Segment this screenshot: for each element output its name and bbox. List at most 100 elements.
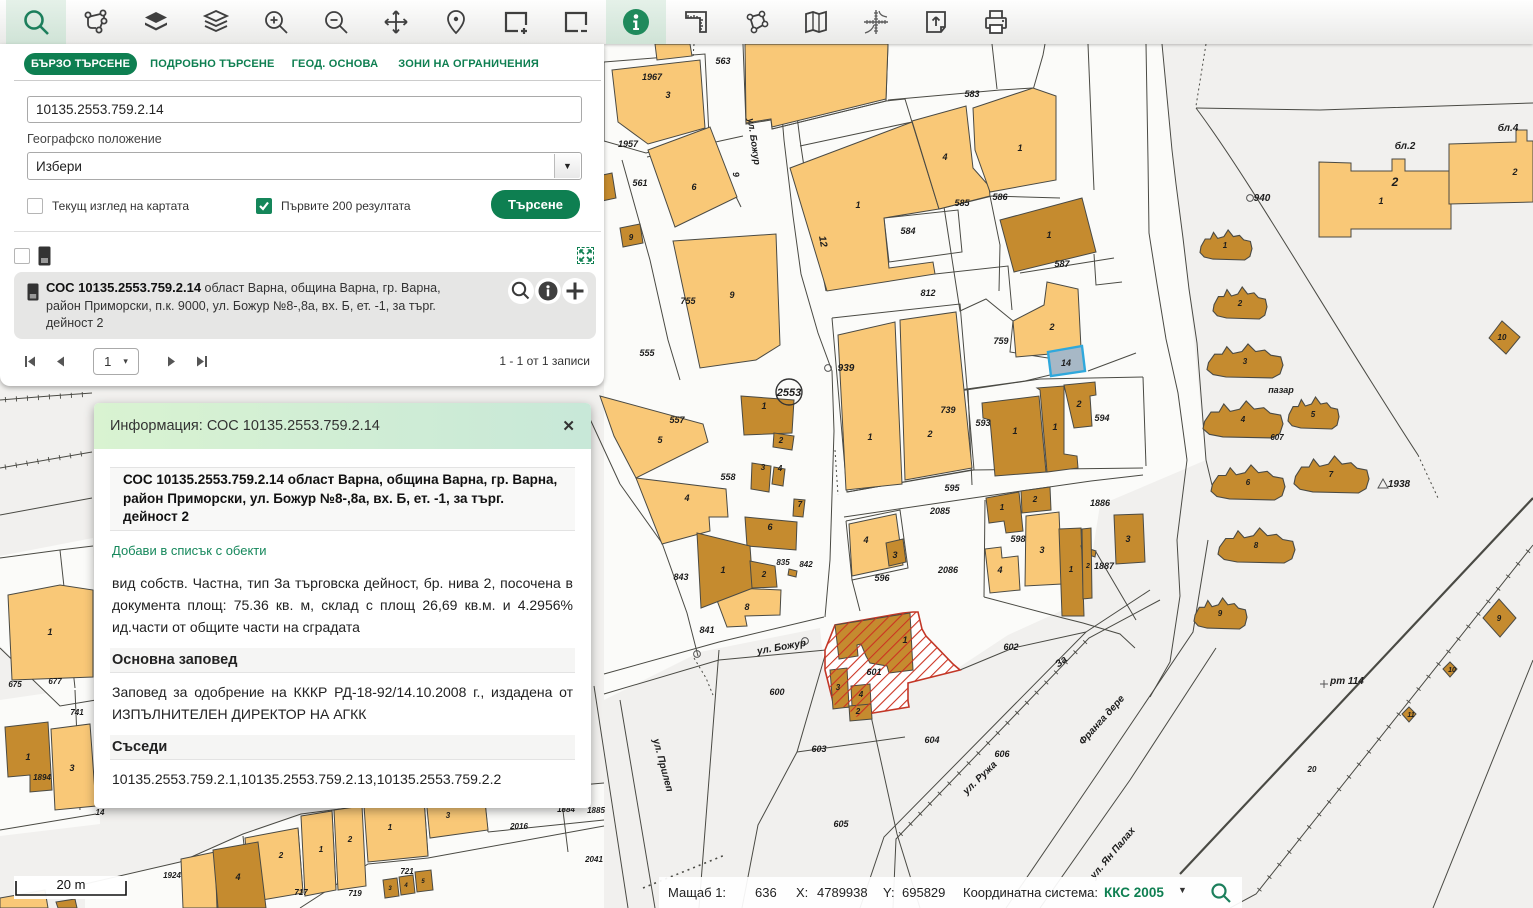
svg-text:бл.2: бл.2 xyxy=(1395,140,1416,152)
svg-text:2: 2 xyxy=(1511,167,1517,177)
svg-text:1: 1 xyxy=(47,627,52,637)
svg-text:1938: 1938 xyxy=(1388,479,1411,490)
svg-text:586: 586 xyxy=(992,192,1008,202)
svg-text:717: 717 xyxy=(294,888,308,897)
svg-text:812: 812 xyxy=(920,288,935,298)
svg-text:5: 5 xyxy=(1311,410,1316,419)
svg-text:11: 11 xyxy=(1407,712,1414,719)
svg-text:843: 843 xyxy=(673,572,688,582)
svg-text:10: 10 xyxy=(1448,667,1456,674)
svg-text:1886: 1886 xyxy=(1090,498,1111,508)
svg-text:1: 1 xyxy=(1017,143,1022,153)
svg-text:пазар: пазар xyxy=(1268,385,1294,395)
svg-text:557: 557 xyxy=(669,415,685,425)
svg-text:10: 10 xyxy=(1498,333,1507,342)
svg-text:604: 604 xyxy=(924,735,939,745)
svg-text:3: 3 xyxy=(665,90,670,100)
svg-text:6: 6 xyxy=(1246,478,1251,487)
svg-text:1887: 1887 xyxy=(1094,561,1115,571)
svg-text:606: 606 xyxy=(994,749,1010,759)
svg-text:587: 587 xyxy=(1054,259,1070,269)
svg-text:4: 4 xyxy=(862,535,868,545)
svg-text:2: 2 xyxy=(1075,399,1081,409)
svg-text:4: 4 xyxy=(941,152,947,162)
svg-text:739: 739 xyxy=(940,405,955,415)
svg-text:1967: 1967 xyxy=(642,72,663,82)
svg-text:939: 939 xyxy=(838,363,855,374)
svg-text:1924: 1924 xyxy=(163,871,181,880)
svg-text:4: 4 xyxy=(234,872,240,882)
svg-text:2: 2 xyxy=(855,707,861,716)
svg-text:607: 607 xyxy=(1270,433,1284,442)
svg-text:755: 755 xyxy=(680,296,696,306)
svg-text:1: 1 xyxy=(720,565,725,575)
svg-text:9: 9 xyxy=(1218,609,1223,618)
svg-text:759: 759 xyxy=(993,336,1008,346)
svg-text:7: 7 xyxy=(798,500,803,509)
svg-text:9: 9 xyxy=(629,233,634,242)
svg-text:675: 675 xyxy=(8,680,22,689)
svg-text:563: 563 xyxy=(715,56,730,66)
svg-text:1: 1 xyxy=(388,823,393,832)
svg-text:841: 841 xyxy=(699,625,714,635)
svg-text:2: 2 xyxy=(926,429,932,439)
svg-text:595: 595 xyxy=(944,483,960,493)
svg-text:9: 9 xyxy=(729,290,734,300)
svg-text:721: 721 xyxy=(400,867,414,876)
svg-text:1894: 1894 xyxy=(33,773,51,782)
svg-text:3: 3 xyxy=(446,811,451,820)
svg-text:рт 114: рт 114 xyxy=(1329,676,1364,687)
svg-text:2: 2 xyxy=(1032,495,1038,504)
svg-text:600: 600 xyxy=(769,687,784,697)
svg-text:бл.4: бл.4 xyxy=(1498,122,1519,134)
svg-text:1: 1 xyxy=(1378,196,1383,206)
svg-text:1: 1 xyxy=(1223,241,1228,250)
svg-text:1: 1 xyxy=(867,432,872,442)
svg-text:9: 9 xyxy=(1497,614,1502,623)
svg-text:584: 584 xyxy=(900,226,915,236)
svg-text:594: 594 xyxy=(1094,413,1109,423)
svg-text:1885: 1885 xyxy=(587,806,605,815)
svg-text:2: 2 xyxy=(1085,563,1090,570)
svg-text:1: 1 xyxy=(319,845,324,854)
svg-text:14: 14 xyxy=(1061,358,1071,368)
svg-text:3: 3 xyxy=(892,550,897,560)
svg-text:4: 4 xyxy=(777,464,783,473)
svg-text:719: 719 xyxy=(348,889,362,898)
svg-text:2553: 2553 xyxy=(776,387,801,399)
svg-text:4: 4 xyxy=(403,883,408,889)
svg-text:3: 3 xyxy=(1125,534,1130,544)
svg-text:1: 1 xyxy=(1046,230,1051,240)
svg-text:4: 4 xyxy=(1240,415,1246,424)
svg-text:1: 1 xyxy=(855,200,860,210)
svg-text:741: 741 xyxy=(70,708,84,717)
svg-text:585: 585 xyxy=(954,198,970,208)
svg-text:605: 605 xyxy=(833,819,849,829)
svg-text:4: 4 xyxy=(858,690,864,699)
svg-text:4: 4 xyxy=(996,565,1002,575)
svg-text:601: 601 xyxy=(866,667,881,677)
svg-text:940: 940 xyxy=(1254,193,1271,204)
svg-text:2: 2 xyxy=(1048,322,1054,332)
svg-text:2: 2 xyxy=(761,570,767,579)
svg-text:3: 3 xyxy=(761,463,766,472)
svg-text:2: 2 xyxy=(347,835,353,844)
svg-text:1: 1 xyxy=(902,635,907,645)
svg-text:2085: 2085 xyxy=(929,506,951,516)
svg-text:2041: 2041 xyxy=(584,855,603,864)
svg-text:3: 3 xyxy=(1039,545,1044,555)
svg-text:2: 2 xyxy=(1237,299,1243,308)
svg-text:7: 7 xyxy=(1329,470,1334,479)
svg-text:2: 2 xyxy=(1391,175,1399,189)
svg-text:1: 1 xyxy=(1052,422,1057,432)
svg-text:1: 1 xyxy=(1069,565,1074,574)
svg-text:14: 14 xyxy=(96,808,105,817)
svg-text:555: 555 xyxy=(639,348,655,358)
svg-text:3: 3 xyxy=(836,683,841,692)
svg-text:558: 558 xyxy=(720,472,735,482)
svg-text:842: 842 xyxy=(799,560,813,569)
svg-text:596: 596 xyxy=(874,573,890,583)
svg-text:561: 561 xyxy=(632,178,647,188)
svg-text:2016: 2016 xyxy=(509,822,528,831)
svg-text:1: 1 xyxy=(1012,426,1017,436)
